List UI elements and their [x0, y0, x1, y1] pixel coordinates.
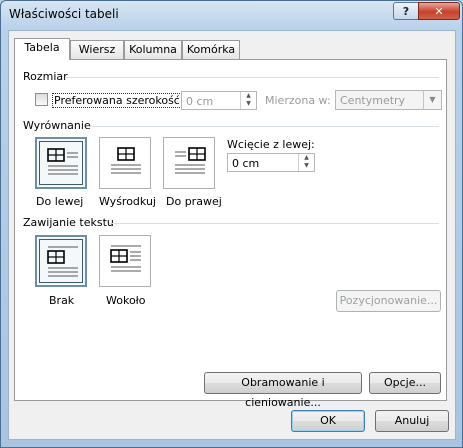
wrap-around-icon: [110, 245, 141, 272]
align-center-icon: [111, 147, 141, 174]
align-right-option[interactable]: [163, 137, 215, 189]
help-icon: ?: [402, 4, 410, 18]
alignment-section-label: Wyrównanie: [23, 119, 91, 132]
wrap-none-icon: [47, 246, 78, 277]
preferred-width-label: Preferowana szerokość:: [52, 93, 186, 108]
size-section-label: Rozmiar: [23, 70, 68, 83]
align-left-label: Do lewej: [36, 195, 84, 208]
wrapping-divider: [109, 223, 439, 224]
chevron-down-icon: ▼: [423, 91, 441, 109]
tab-komorka-label: Komórka: [186, 43, 236, 56]
wrapping-section-label: Zawijanie tekstu: [23, 216, 114, 229]
help-button[interactable]: ?: [393, 2, 419, 20]
dialog-window: Właściwości tabeli ? ✕ Tabela Wiersz Kol…: [0, 0, 463, 448]
tab-kolumna[interactable]: Kolumna: [124, 40, 182, 59]
align-left-option[interactable]: [35, 137, 87, 189]
alignment-divider: [87, 126, 439, 127]
tab-tabela[interactable]: Tabela: [14, 38, 70, 60]
tab-wiersz-label: Wiersz: [78, 43, 116, 56]
spin-down-icon[interactable]: ▼: [299, 162, 314, 170]
size-divider: [65, 77, 439, 78]
close-icon: ✕: [434, 4, 444, 18]
align-center-label: Wyśrodkuj: [99, 195, 156, 208]
wrap-none-option[interactable]: [35, 235, 87, 287]
spin-down-icon[interactable]: ▼: [241, 100, 256, 108]
wrap-around-option[interactable]: [99, 235, 151, 287]
align-right-label: Do prawej: [166, 195, 222, 208]
tab-kolumna-label: Kolumna: [129, 43, 177, 56]
preferred-width-spinner[interactable]: 0 cm ▲ ▼: [181, 91, 257, 110]
measure-in-value: Centymetry: [340, 94, 406, 107]
spin-up-icon[interactable]: ▲: [241, 92, 256, 100]
spin-up-icon[interactable]: ▲: [299, 154, 314, 162]
tab-panel-tabela: Rozmiar Preferowana szerokość: 0 cm ▲ ▼ M…: [14, 59, 447, 409]
wrap-around-label: Wokoło: [106, 294, 146, 307]
indent-left-value: 0 cm: [232, 157, 260, 170]
preferred-width-value: 0 cm: [186, 95, 214, 108]
options-button[interactable]: Opcje...: [369, 372, 441, 394]
preferred-width-checkbox[interactable]: [35, 93, 48, 106]
indent-left-spinner[interactable]: 0 cm ▲ ▼: [227, 153, 315, 172]
tab-wiersz[interactable]: Wiersz: [70, 40, 124, 59]
measure-in-label: Mierzona w:: [265, 94, 331, 107]
close-button[interactable]: ✕: [418, 2, 460, 20]
cancel-button[interactable]: Anuluj: [375, 410, 449, 432]
align-right-icon: [175, 147, 206, 174]
measure-in-select[interactable]: Centymetry ▼: [335, 90, 442, 110]
tab-komorka[interactable]: Komórka: [182, 40, 240, 59]
indent-left-label: Wcięcie z lewej:: [227, 138, 315, 151]
align-left-icon: [47, 148, 78, 175]
wrap-none-label: Brak: [49, 294, 75, 307]
dialog-title: Właściwości tabeli: [9, 7, 119, 21]
tab-tabela-label: Tabela: [24, 41, 60, 54]
ok-button[interactable]: OK: [291, 410, 365, 432]
dialog-client-area: Tabela Wiersz Kolumna Komórka Rozmiar Pr…: [8, 30, 456, 440]
borders-shading-button[interactable]: Obramowanie i cieniowanie...: [204, 372, 362, 409]
align-center-option[interactable]: [99, 137, 151, 189]
title-bar[interactable]: Właściwości tabeli ? ✕: [1, 1, 462, 29]
positioning-button[interactable]: Pozycjonowanie...: [336, 290, 441, 312]
